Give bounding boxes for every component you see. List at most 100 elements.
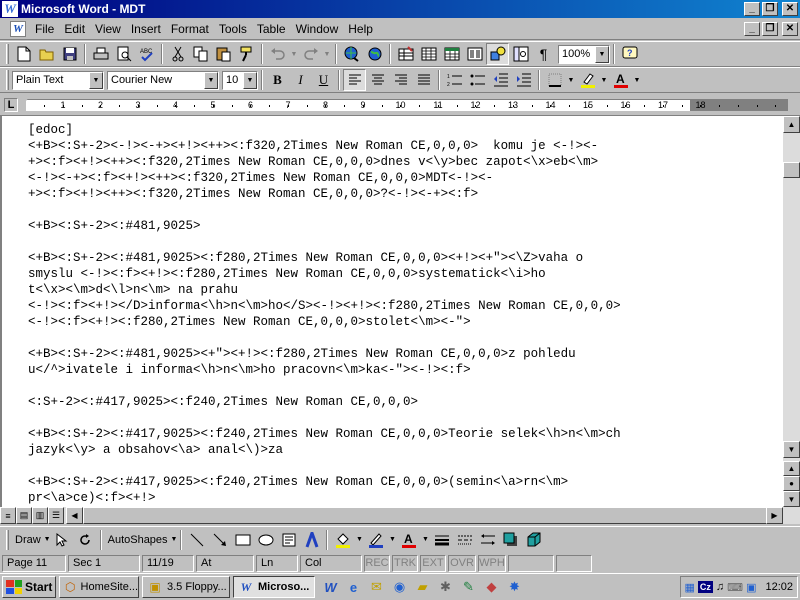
status-ovr[interactable]: OVR (448, 554, 476, 572)
undo-dropdown-icon[interactable]: ▼ (289, 43, 299, 65)
quick-globe-icon[interactable]: ◉ (388, 576, 411, 598)
start-button[interactable]: Start (2, 576, 56, 598)
redo-dropdown-icon[interactable]: ▼ (322, 43, 332, 65)
style-combo[interactable]: Plain Text ▼ (12, 70, 104, 90)
quick-ie-icon[interactable]: e (342, 576, 365, 598)
shadow-button[interactable] (499, 529, 522, 551)
bullets-button[interactable] (466, 69, 489, 91)
doc-restore-button[interactable]: ❐ (762, 22, 778, 36)
first-line-indent-marker[interactable] (21, 95, 31, 101)
normal-view-button[interactable]: ≡ (0, 507, 16, 524)
align-left-button[interactable] (343, 69, 366, 91)
document-line[interactable] (28, 202, 621, 218)
maximize-button[interactable]: ❐ (762, 2, 778, 16)
columns-button[interactable] (463, 43, 486, 65)
fill-color-button[interactable] (331, 529, 354, 551)
save-button[interactable] (58, 43, 81, 65)
insert-excel-button[interactable] (440, 43, 463, 65)
insert-hyperlink-button[interactable] (340, 43, 363, 65)
format-painter-button[interactable] (235, 43, 258, 65)
bold-button[interactable]: B (266, 69, 289, 91)
font-dropdown-icon[interactable]: ▼ (204, 71, 218, 89)
zoom-dropdown-icon[interactable]: ▼ (595, 45, 609, 63)
minimize-button[interactable]: _ (744, 2, 760, 16)
paste-button[interactable] (212, 43, 235, 65)
autoshapes-menu-button[interactable]: AutoShapes (105, 534, 171, 546)
document-line[interactable]: <+B><:S+-2><:#481,9025><:f280,2Times New… (28, 250, 621, 266)
document-line[interactable]: <-!><-+><:f><+!><++><:f320,2Times New Ro… (28, 170, 621, 186)
quick-word-icon[interactable]: W (319, 576, 342, 598)
3d-button[interactable] (522, 529, 545, 551)
tray-network-icon[interactable]: ▦ (685, 581, 695, 594)
status-spelling-panel[interactable] (556, 554, 592, 572)
menu-view[interactable]: View (90, 22, 126, 36)
menu-edit[interactable]: Edit (59, 22, 90, 36)
print-button[interactable] (89, 43, 112, 65)
next-page-button[interactable]: ▼ (783, 491, 800, 507)
document-line[interactable]: <+B><:S+-2><:#417,9025><:f240,2Times New… (28, 426, 621, 442)
toolbar-grip[interactable] (6, 70, 9, 90)
previous-page-button[interactable]: ▲ (783, 461, 800, 476)
font-combo[interactable]: Courier New ▼ (107, 70, 219, 90)
draw-dropdown-icon[interactable]: ▼ (44, 536, 51, 543)
ruler-strip[interactable]: 123456789101112131415161718 (26, 99, 788, 111)
outline-view-button[interactable]: ☰ (48, 507, 64, 524)
oval-button[interactable] (254, 529, 277, 551)
document-line[interactable]: u</^>ivatele i informa<\h>n<\m>ho pracov… (28, 362, 621, 378)
doc-close-button[interactable]: ✕ (782, 22, 798, 36)
highlight-dropdown-icon[interactable]: ▼ (599, 69, 609, 91)
scroll-left-button[interactable]: ◀ (66, 507, 83, 524)
borders-button[interactable] (543, 69, 566, 91)
document-map-button[interactable] (509, 43, 532, 65)
arrow-style-button[interactable] (476, 529, 499, 551)
undo-button[interactable] (266, 43, 289, 65)
web-toolbar-button[interactable] (363, 43, 386, 65)
language-indicator[interactable]: Cz (697, 581, 713, 593)
font-color-dropdown-icon[interactable]: ▼ (632, 69, 642, 91)
document-area[interactable]: [edoc] <+B><:S+-2><-!><-+><+!><++><:f320,… (0, 116, 783, 507)
task-word[interactable]: W Microso... (233, 576, 315, 598)
italic-button[interactable]: I (289, 69, 312, 91)
document-line[interactable]: +><:f><+!><++><:f320,2Times New Roman CE… (28, 186, 621, 202)
document-line[interactable] (28, 234, 621, 250)
spelling-button[interactable]: ABC (135, 43, 158, 65)
drawing-button[interactable] (486, 43, 509, 65)
align-center-button[interactable] (366, 69, 389, 91)
volume-icon[interactable]: ♫ (716, 581, 724, 593)
underline-button[interactable]: U (312, 69, 335, 91)
select-objects-button[interactable] (51, 529, 74, 551)
tray-keyboard-icon[interactable]: ⌨ (727, 581, 743, 594)
numbering-button[interactable]: 12 (443, 69, 466, 91)
document-line[interactable]: <+B><:S+-2><:#481,9025><+"><+!><:f280,2T… (28, 346, 621, 362)
word-app-icon[interactable]: W (2, 1, 18, 17)
cut-button[interactable] (166, 43, 189, 65)
line-style-button[interactable] (430, 529, 453, 551)
task-homesite[interactable]: ⬡ HomeSite... (59, 576, 139, 598)
draw-font-color-dropdown-icon[interactable]: ▼ (420, 529, 430, 551)
status-trk[interactable]: TRK (392, 554, 418, 572)
quick-outlook-icon[interactable]: ✉ (365, 576, 388, 598)
vertical-scrollbar[interactable]: ▲ ▼ ▲ ● ▼ (783, 116, 800, 507)
dash-style-button[interactable] (453, 529, 476, 551)
quick-paint-icon[interactable]: ◆ (480, 576, 503, 598)
document-line[interactable]: +><:f><+!><++><:f320,2Times New Roman CE… (28, 154, 621, 170)
toolbar-grip[interactable] (6, 44, 9, 64)
menu-table[interactable]: Table (252, 22, 291, 36)
line-color-dropdown-icon[interactable]: ▼ (387, 529, 397, 551)
tab-selector-button[interactable]: L (4, 98, 18, 112)
horizontal-ruler[interactable]: L 123456789101112131415161718 (0, 94, 800, 116)
document-line[interactable]: <-!><:f><+!></D>informa<\h>n<\m>ho</S><-… (28, 298, 621, 314)
document-line[interactable] (28, 458, 621, 474)
redo-button[interactable] (299, 43, 322, 65)
quick-folder-icon[interactable]: ▰ (411, 576, 434, 598)
menu-file[interactable]: File (30, 22, 59, 36)
web-layout-view-button[interactable]: ▤ (16, 507, 32, 524)
line-button[interactable] (185, 529, 208, 551)
font-size-combo[interactable]: 10 ▼ (222, 70, 258, 90)
insert-table-button[interactable] (417, 43, 440, 65)
document-icon[interactable]: W (10, 21, 26, 37)
document-line[interactable]: [edoc] (28, 122, 621, 138)
zoom-combo[interactable]: 100% ▼ (558, 44, 610, 64)
document-line[interactable] (28, 378, 621, 394)
copy-button[interactable] (189, 43, 212, 65)
